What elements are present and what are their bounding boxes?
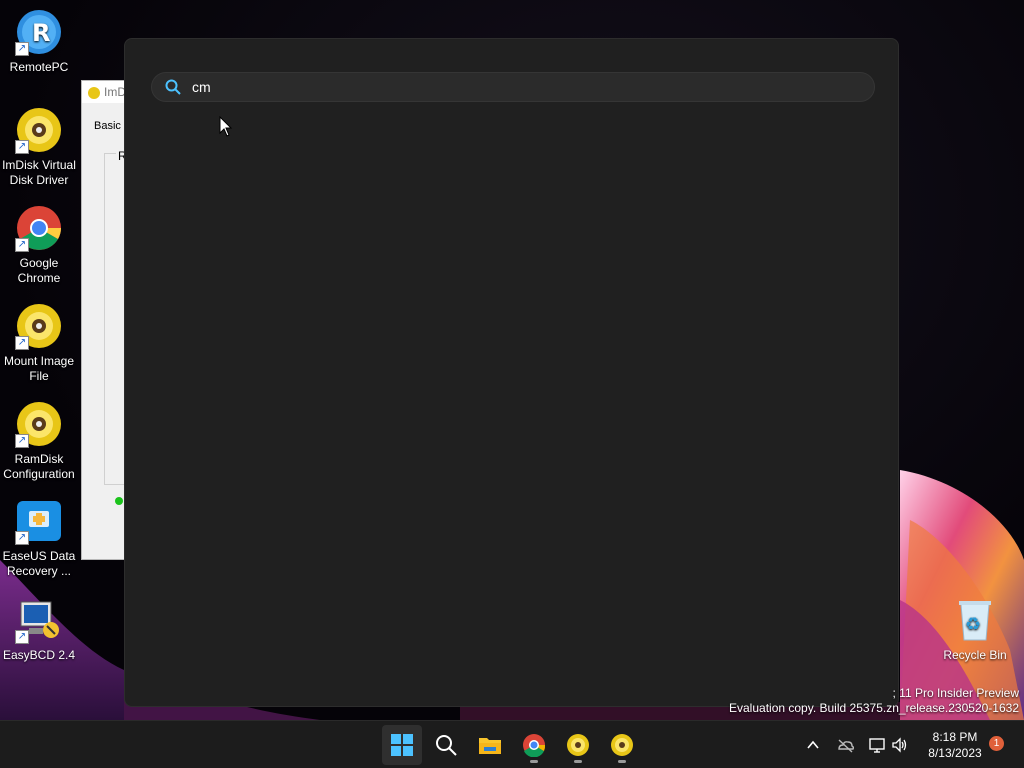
disk-icon xyxy=(567,734,589,756)
disk-icon: ↗ xyxy=(15,302,63,350)
shortcut-arrow-icon: ↗ xyxy=(15,140,29,154)
desktop-icon-easybcd[interactable]: ↗ EasyBCD 2.4 xyxy=(0,596,79,663)
shortcut-arrow-icon: ↗ xyxy=(15,336,29,350)
desktop-icon-label: RemotePC xyxy=(9,60,69,74)
taskbar-disk-app-2[interactable] xyxy=(602,725,642,765)
desktop-icon-label: Google Chrome xyxy=(17,256,61,285)
running-indicator xyxy=(530,760,538,763)
clock-date: 8/13/2023 xyxy=(928,746,982,760)
desktop-icon-remotepc[interactable]: R ↗ RemotePC xyxy=(0,8,79,75)
search-box[interactable] xyxy=(151,72,875,102)
desktop-icon-mount-image-file[interactable]: ↗ Mount Image File xyxy=(0,302,79,384)
taskbar-chrome[interactable] xyxy=(514,725,554,765)
disk-icon: ↗ xyxy=(15,400,63,448)
taskbar-disk-app-1[interactable] xyxy=(558,725,598,765)
disk-icon: ↗ xyxy=(15,106,63,154)
mouse-pointer-icon xyxy=(219,116,233,137)
desktop-icon-label: RamDisk Configuration xyxy=(3,452,75,481)
start-icon xyxy=(391,734,413,756)
recycle-bin-icon: ♻ xyxy=(951,596,999,644)
start-button[interactable] xyxy=(382,725,422,765)
disk-icon xyxy=(611,734,633,756)
desktop-icon-imdisk[interactable]: ↗ ImDisk Virtual Disk Driver xyxy=(0,106,79,188)
running-indicator xyxy=(618,760,626,763)
shortcut-arrow-icon: ↗ xyxy=(15,238,29,252)
desktop-icon-ramdisk-configuration[interactable]: ↗ RamDisk Configuration xyxy=(0,400,79,482)
watermark-line-1: ; 11 Pro Insider Preview xyxy=(892,686,1020,700)
taskbar: 8:18 PM 8/13/2023 xyxy=(0,720,1024,768)
search-icon xyxy=(165,79,181,95)
svg-text:R: R xyxy=(32,19,50,47)
search-flyout xyxy=(124,38,899,707)
desktop-icon-label: Recycle Bin xyxy=(943,648,1007,662)
desktop-icon-label: Mount Image File xyxy=(3,354,75,383)
shortcut-arrow-icon: ↗ xyxy=(15,531,29,545)
desktop-icon-chrome[interactable]: ↗ Google Chrome xyxy=(0,204,79,286)
clock-time: 8:18 PM xyxy=(932,730,978,744)
shortcut-arrow-icon: ↗ xyxy=(15,434,29,448)
watermark-line-2: Evaluation copy. Build 25375.zn_release.… xyxy=(729,701,1019,715)
easybcd-icon: ↗ xyxy=(15,596,63,644)
chrome-icon xyxy=(523,734,546,757)
chrome-icon: ↗ xyxy=(15,204,63,252)
search-input[interactable] xyxy=(192,77,852,97)
shortcut-arrow-icon: ↗ xyxy=(15,42,29,56)
desktop-icon-label: EaseUS Data Recovery ... xyxy=(2,549,76,578)
build-watermark: ; 11 Pro Insider Preview Evaluation copy… xyxy=(729,686,1019,716)
desktop-icon-label: ImDisk Virtual Disk Driver xyxy=(2,158,76,187)
volume-icon[interactable] xyxy=(891,736,909,754)
network-icon[interactable] xyxy=(868,736,886,754)
svg-text:♻: ♻ xyxy=(965,614,981,635)
onedrive-offline-icon[interactable] xyxy=(836,736,854,754)
remotepc-icon: R ↗ xyxy=(15,8,63,56)
desktop-icon-easeus-data-recovery[interactable]: ↗ EaseUS Data Recovery ... xyxy=(0,497,79,579)
running-indicator xyxy=(574,760,582,763)
chevron-up-icon[interactable] xyxy=(804,736,822,754)
search-icon xyxy=(436,735,457,756)
easeus-icon: ↗ xyxy=(15,497,63,545)
shortcut-arrow-icon: ↗ xyxy=(15,630,29,644)
status-indicator xyxy=(115,497,123,505)
taskbar-search-button[interactable] xyxy=(426,725,466,765)
desktop-icon-recycle-bin[interactable]: ♻ Recycle Bin xyxy=(935,596,1015,663)
file-explorer-icon xyxy=(479,738,501,754)
notification-badge[interactable]: 1 xyxy=(989,736,1004,751)
clock[interactable]: 8:18 PM 8/13/2023 xyxy=(920,729,990,761)
desktop-icon-label: EasyBCD 2.4 xyxy=(2,648,76,662)
taskbar-file-explorer[interactable] xyxy=(470,725,510,765)
window-title: ImD xyxy=(104,85,126,99)
disk-icon xyxy=(88,86,100,99)
